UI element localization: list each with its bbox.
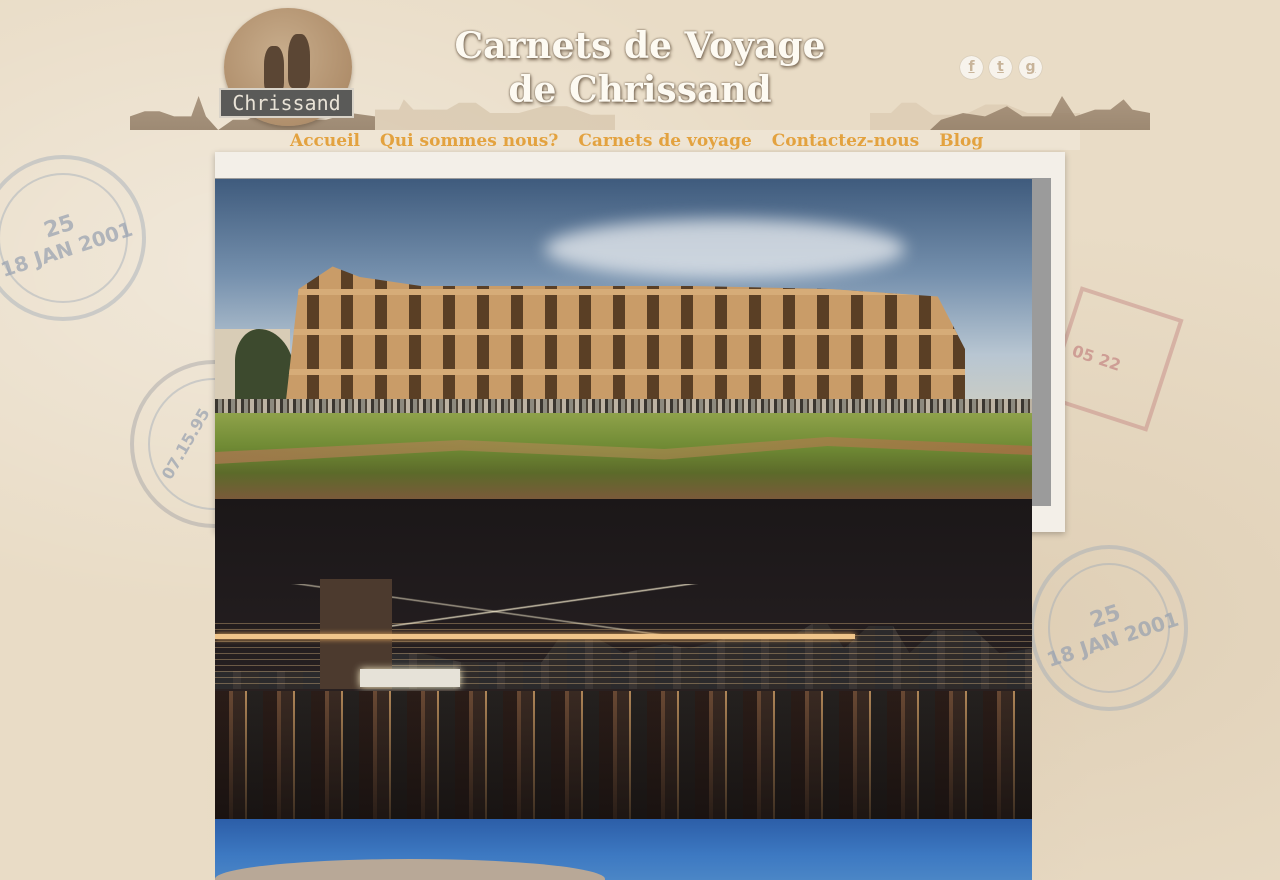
slide-colosseum-image[interactable]: [215, 179, 1032, 499]
slide-new-york-image[interactable]: [215, 499, 1032, 819]
nav-accueil[interactable]: Accueil: [290, 130, 360, 152]
stamp-rect-date: 05 22: [1069, 341, 1124, 375]
logo-name-plate: Chrissand: [219, 88, 354, 118]
rome-crowd: [215, 399, 1032, 413]
bridge-deck-lights: [215, 634, 855, 639]
desert-hill: [215, 859, 605, 880]
nav-blog[interactable]: Blog: [939, 130, 983, 152]
site-header: Chrissand Carnets de Voyage de Chrissand…: [130, 0, 1150, 130]
passport-stamp-rect: 05 22: [1044, 286, 1184, 432]
rome-cloud: [545, 219, 905, 279]
nav-carnets-de-voyage[interactable]: Carnets de voyage: [578, 130, 751, 152]
site-title-line-1: Carnets de Voyage: [454, 25, 826, 67]
nav-contactez-nous[interactable]: Contactez-nous: [772, 130, 919, 152]
passport-stamp-left: 25 18 JAN 2001: [0, 155, 146, 321]
bridge-cables: [215, 584, 835, 639]
colosseum-arcade-bands: [285, 266, 965, 409]
river-shadow: [215, 691, 1032, 819]
nav-qui-sommes-nous[interactable]: Qui sommes nous?: [380, 130, 558, 152]
facebook-icon[interactable]: f: [960, 56, 983, 79]
google-plus-icon[interactable]: g: [1019, 56, 1042, 79]
image-slideshow[interactable]: [215, 179, 1032, 880]
hiker-figure-right: [288, 34, 310, 88]
main-navigation: Accueil Qui sommes nous? Carnets de voya…: [200, 130, 1080, 152]
hiker-figure-left: [264, 46, 284, 92]
twitter-icon[interactable]: t: [989, 56, 1012, 79]
site-title-line-2: de Chrissand: [508, 69, 772, 111]
passport-stamp-right: 25 18 JAN 2001: [1030, 545, 1188, 711]
site-title: Carnets de Voyage de Chrissand: [440, 24, 840, 112]
slide-desert-image[interactable]: [215, 819, 1032, 880]
lit-pier: [360, 669, 460, 687]
